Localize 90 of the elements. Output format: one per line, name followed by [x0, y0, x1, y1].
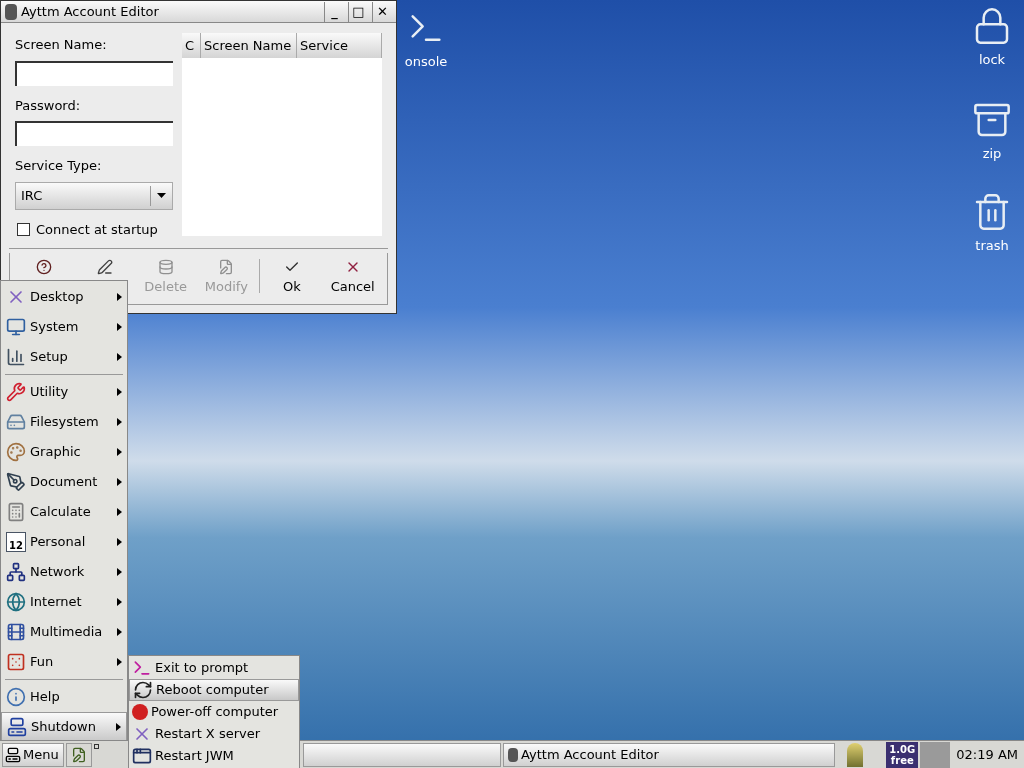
submenu-arrow-icon: [117, 508, 122, 516]
submenu-arrow-icon: [117, 388, 122, 396]
menu-item[interactable]: Desktop: [1, 282, 127, 312]
task-button[interactable]: Ayttm Account Editor: [503, 742, 835, 767]
palette-icon: [6, 442, 26, 462]
window-title: Ayttm Account Editor: [21, 2, 160, 21]
square-icon: [94, 744, 99, 749]
caret-icon: [157, 193, 166, 198]
submenu-arrow-icon: [117, 418, 122, 426]
document-icon: [71, 746, 87, 763]
menu-item[interactable]: Multimedia: [1, 617, 127, 647]
submenu-arrow-icon: [117, 293, 122, 301]
menu-item[interactable]: Setup: [1, 342, 127, 372]
memory-meter: 1.0G free: [886, 741, 919, 768]
help-icon: [36, 259, 53, 275]
film-icon: [6, 622, 26, 642]
column-header[interactable]: C: [182, 33, 201, 58]
text-field[interactable]: [15, 121, 173, 146]
submenu-arrow-icon: [116, 723, 121, 731]
toolbar-button[interactable]: Ok: [261, 259, 323, 297]
text-field[interactable]: [15, 60, 173, 86]
checkbox[interactable]: [17, 222, 30, 236]
menu-item[interactable]: Network: [1, 557, 127, 587]
menu-item[interactable]: Fun: [1, 647, 127, 677]
menu-item[interactable]: Filesystem: [1, 407, 127, 437]
window-icon: [132, 746, 152, 766]
app-icon: [508, 747, 518, 762]
info-icon: [6, 687, 26, 707]
calendar-icon: 12: [6, 532, 26, 552]
menu-item[interactable]: Utility: [1, 377, 127, 407]
submenu-arrow-icon: [117, 353, 122, 361]
menu-item[interactable]: Document: [1, 467, 127, 497]
stop-sign-icon: [132, 704, 148, 720]
drive-icon: [6, 412, 26, 432]
close-button[interactable]: ✕: [372, 1, 392, 22]
column-header[interactable]: Screen Name: [201, 33, 297, 58]
field-label: Screen Name:: [15, 36, 108, 54]
reload-icon: [133, 680, 153, 700]
menu-item[interactable]: Power-off computer: [129, 701, 299, 723]
minimize-button[interactable]: _: [324, 1, 344, 22]
desktop-icon-label[interactable]: trash: [975, 236, 1009, 256]
launcher-button[interactable]: [66, 742, 92, 767]
computer-icon: [7, 717, 27, 737]
service-dropdown[interactable]: IRC: [15, 181, 173, 210]
desktop-icon-label[interactable]: onsole: [404, 52, 448, 72]
menu-item[interactable]: Graphic: [1, 437, 127, 467]
toolbar-button[interactable]: Cancel: [322, 259, 383, 297]
edit-icon: [97, 259, 113, 275]
chart-icon: [6, 347, 26, 367]
computer-icon: [5, 746, 21, 763]
submenu-arrow-icon: [117, 538, 122, 546]
desktop-icon-label[interactable]: zip: [982, 144, 1002, 164]
menu-item[interactable]: 12 Personal: [1, 527, 127, 557]
submenu-arrow-icon: [117, 478, 122, 486]
submenu-arrow-icon: [117, 628, 122, 636]
menu-item[interactable]: Help: [1, 682, 127, 712]
desktop-icon-label[interactable]: lock: [978, 50, 1006, 70]
menu-button[interactable]: Menu: [2, 742, 64, 767]
monitor-icon: [6, 317, 26, 337]
maximize-button[interactable]: □: [348, 1, 368, 22]
checkbox-label[interactable]: Connect at startup: [36, 219, 158, 239]
prompt-icon: [132, 658, 152, 678]
calculator-icon: [6, 502, 26, 522]
field-label: Password:: [15, 96, 82, 115]
menu-item[interactable]: Restart X server: [129, 723, 299, 745]
menu-item[interactable]: Internet: [1, 587, 127, 617]
cpu-meter: [920, 741, 951, 768]
menu-item[interactable]: System: [1, 312, 127, 342]
menu-item[interactable]: Calculate: [1, 497, 127, 527]
submenu-arrow-icon: [117, 658, 122, 666]
pencil-icon: [218, 259, 235, 275]
submenu-arrow-icon: [117, 323, 122, 331]
cylinder-icon: [157, 259, 174, 275]
submenu-arrow-icon: [117, 598, 122, 606]
network-icon: [6, 562, 26, 582]
pen-icon: [6, 472, 26, 492]
submenu-arrow-icon: [117, 448, 122, 456]
clock: 02:19 AM: [955, 745, 1019, 764]
field-label: Service Type:: [15, 157, 103, 175]
app-icon: [5, 3, 17, 20]
globe-icon: [6, 592, 26, 612]
column-header[interactable]: Service: [297, 33, 382, 58]
menu-item[interactable]: Restart JWM: [129, 745, 299, 767]
wrench-icon: [6, 382, 26, 402]
submenu-arrow-icon: [117, 568, 122, 576]
menu-item[interactable]: Shutdown: [1, 712, 127, 742]
task-button[interactable]: [303, 742, 501, 767]
menu-item[interactable]: Reboot computer: [129, 679, 299, 701]
dice-icon: [6, 652, 26, 672]
menu-item[interactable]: Exit to prompt: [129, 657, 299, 679]
